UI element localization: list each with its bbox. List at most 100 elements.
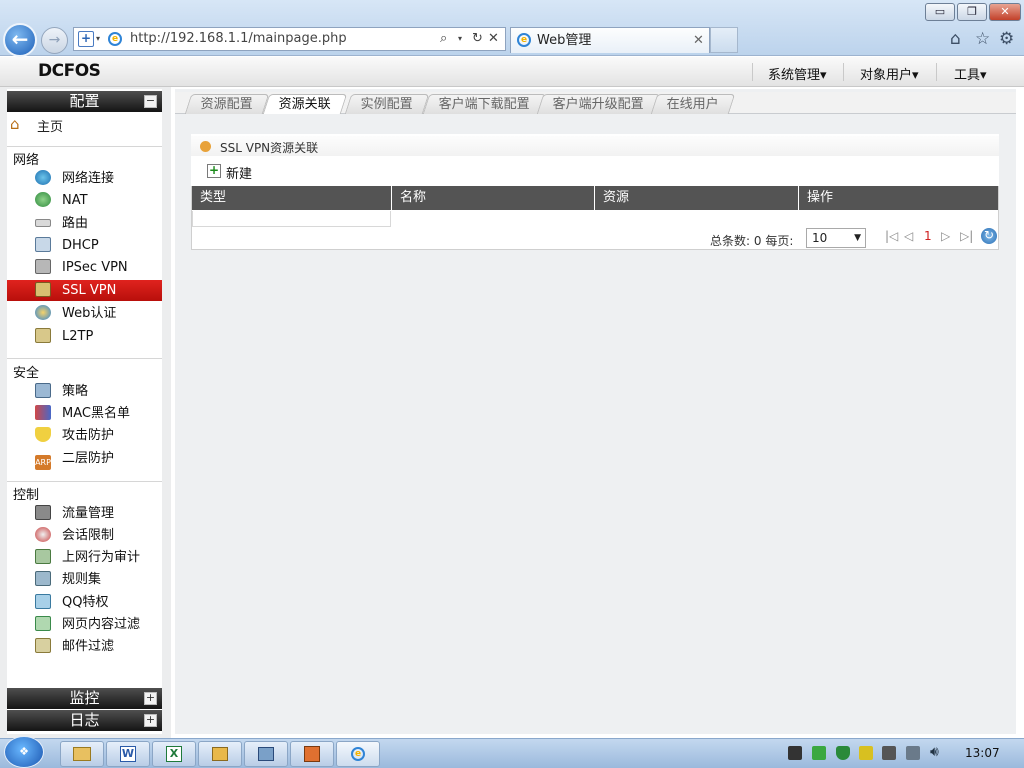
current-page: 1 <box>924 229 932 243</box>
dhcp-icon <box>35 237 51 252</box>
tray-app-icon[interactable] <box>859 746 873 760</box>
address-bar[interactable]: + ▾ e http://192.168.1.1/mainpage.php ⌕ … <box>73 27 506 51</box>
volume-icon[interactable]: 🔊︎ <box>930 744 939 760</box>
tray-shield-icon[interactable] <box>836 746 850 760</box>
menu-system-management[interactable]: 系统管理▾ <box>768 64 827 83</box>
column-header-resource[interactable]: 资源 <box>595 186 799 210</box>
column-header-name[interactable]: 名称 <box>392 186 595 210</box>
sidebar-item-ipsec-vpn[interactable]: IPSec VPN <box>35 257 162 278</box>
tab-resource-config[interactable]: 资源配置 <box>184 94 270 114</box>
search-icon[interactable]: ⌕ <box>440 28 447 50</box>
divider <box>7 481 162 482</box>
sidebar-item-policy[interactable]: 策略 <box>35 381 162 402</box>
close-window-button[interactable]: ✕ <box>989 3 1021 21</box>
sidebar-item-ssl-vpn[interactable]: SSL VPN <box>7 280 162 301</box>
sidebar-item-l2tp[interactable]: L2TP <box>35 326 162 347</box>
next-page-icon[interactable]: ▷ <box>941 229 950 243</box>
clock[interactable]: 13:07 <box>965 746 1000 760</box>
expand-icon[interactable]: + <box>144 692 157 705</box>
url-text[interactable]: http://192.168.1.1/mainpage.php <box>130 28 347 50</box>
sidebar-item-attack-protection[interactable]: 攻击防护 <box>35 425 162 446</box>
tray-network-icon[interactable] <box>812 746 826 760</box>
sidebar-item-ruleset[interactable]: 规则集 <box>35 569 162 590</box>
sidebar-config-header[interactable]: 配置 <box>7 91 162 112</box>
tab-instance-config[interactable]: 实例配置 <box>344 94 430 114</box>
taskbar-excel[interactable]: X <box>152 741 196 767</box>
sidebar-monitor-header[interactable]: 监控 <box>7 688 162 709</box>
restore-button[interactable]: ❐ <box>957 3 987 21</box>
close-tab-icon[interactable]: ✕ <box>693 28 704 53</box>
taskbar-app-6[interactable] <box>290 741 334 767</box>
sidebar-item-traffic-management[interactable]: 流量管理 <box>35 503 162 524</box>
sidebar-item-nat[interactable]: NAT <box>35 190 162 211</box>
back-button[interactable]: ← <box>3 23 37 57</box>
arp-icon: ARP <box>35 455 51 470</box>
column-header-action[interactable]: 操作 <box>799 186 998 210</box>
sidebar-item-web-auth[interactable]: Web认证 <box>35 303 162 324</box>
column-header-type[interactable]: 类型 <box>192 186 392 210</box>
sidebar-log-header[interactable]: 日志 <box>7 710 162 731</box>
collapse-icon[interactable]: − <box>144 95 157 108</box>
tab-online-users[interactable]: 在线用户 <box>650 94 736 114</box>
taskbar-explorer[interactable] <box>60 741 104 767</box>
word-icon: W <box>120 746 136 762</box>
sidebar-item-qq-privilege[interactable]: QQ特权 <box>35 592 162 613</box>
forward-button[interactable]: → <box>41 27 68 54</box>
taskbar-app-4[interactable] <box>198 741 242 767</box>
browser-tab[interactable]: e Web管理 ✕ <box>510 27 710 53</box>
chevron-down-icon[interactable]: ▾ <box>458 28 462 50</box>
prev-page-icon[interactable]: ◁ <box>904 229 913 243</box>
ie-icon: e <box>517 33 531 47</box>
tab-client-upgrade-config[interactable]: 客户端升级配置 <box>536 94 661 114</box>
tab-resource-association[interactable]: 资源关联 <box>262 94 348 114</box>
group-security: 安全 <box>13 366 40 381</box>
start-button[interactable]: ❖ <box>4 736 44 768</box>
refresh-icon[interactable]: ↻ <box>472 28 483 50</box>
add-icon[interactable]: + <box>207 164 221 178</box>
taskbar-ie[interactable]: e <box>336 741 380 767</box>
sidebar-item-mac-blacklist[interactable]: MAC黑名单 <box>35 403 162 424</box>
tab-client-download-config[interactable]: 客户端下载配置 <box>422 94 547 114</box>
nat-icon <box>35 192 51 207</box>
traffic-icon <box>35 505 51 520</box>
sidebar-item-layer2-protection[interactable]: ARP 二层防护 <box>35 448 162 470</box>
sidebar-item-home[interactable]: 主页 <box>37 116 63 135</box>
sidebar-item-session-limit[interactable]: 会话限制 <box>35 525 162 546</box>
tray-film-icon[interactable] <box>788 746 802 760</box>
sidebar-item-web-filter[interactable]: 网页内容过滤 <box>35 614 162 635</box>
audit-icon <box>35 549 51 564</box>
taskbar-app-5[interactable] <box>244 741 288 767</box>
page-size-select[interactable]: 10 ▼ <box>806 228 866 248</box>
ssl-vpn-icon <box>35 282 51 297</box>
menu-tools[interactable]: 工具▾ <box>954 64 987 83</box>
sidebar-item-mail-filter[interactable]: 邮件过滤 <box>35 636 162 657</box>
stop-icon[interactable]: ✕ <box>488 28 499 50</box>
home-icon[interactable]: ⌂ <box>950 29 961 49</box>
tray-network-status-icon[interactable] <box>906 746 920 760</box>
ie-icon: e <box>351 747 365 761</box>
menu-object-users[interactable]: 对象用户▾ <box>860 64 919 83</box>
mail-filter-icon <box>35 638 51 653</box>
compat-view-icon[interactable]: + <box>78 31 94 47</box>
gear-icon[interactable]: ⚙ <box>999 29 1014 49</box>
minimize-button[interactable]: ▭ <box>925 3 955 21</box>
sidebar-item-behavior-audit[interactable]: 上网行为审计 <box>35 547 162 568</box>
taskbar-word[interactable]: W <box>106 741 150 767</box>
last-page-icon[interactable]: ▷| <box>960 229 973 243</box>
sidebar-item-network-connection[interactable]: 网络连接 <box>35 168 162 189</box>
refresh-icon[interactable]: ↻ <box>981 228 997 244</box>
web-filter-icon <box>35 616 51 631</box>
expand-icon[interactable]: + <box>144 714 157 727</box>
new-tab-button[interactable] <box>710 27 738 53</box>
tray-device-icon[interactable] <box>882 746 896 760</box>
sidebar-item-dhcp[interactable]: DHCP <box>35 235 162 256</box>
router-icon <box>35 219 51 227</box>
chevron-down-icon: ▼ <box>854 233 861 243</box>
favorites-star-icon[interactable]: ☆ <box>975 29 990 49</box>
first-page-icon[interactable]: |◁ <box>885 229 898 243</box>
sidebar-item-route[interactable]: 路由 <box>35 213 162 234</box>
menu-separator <box>843 63 844 81</box>
new-button[interactable]: 新建 <box>226 163 252 182</box>
l2tp-icon <box>35 328 51 343</box>
empty-table-cell <box>192 211 391 227</box>
